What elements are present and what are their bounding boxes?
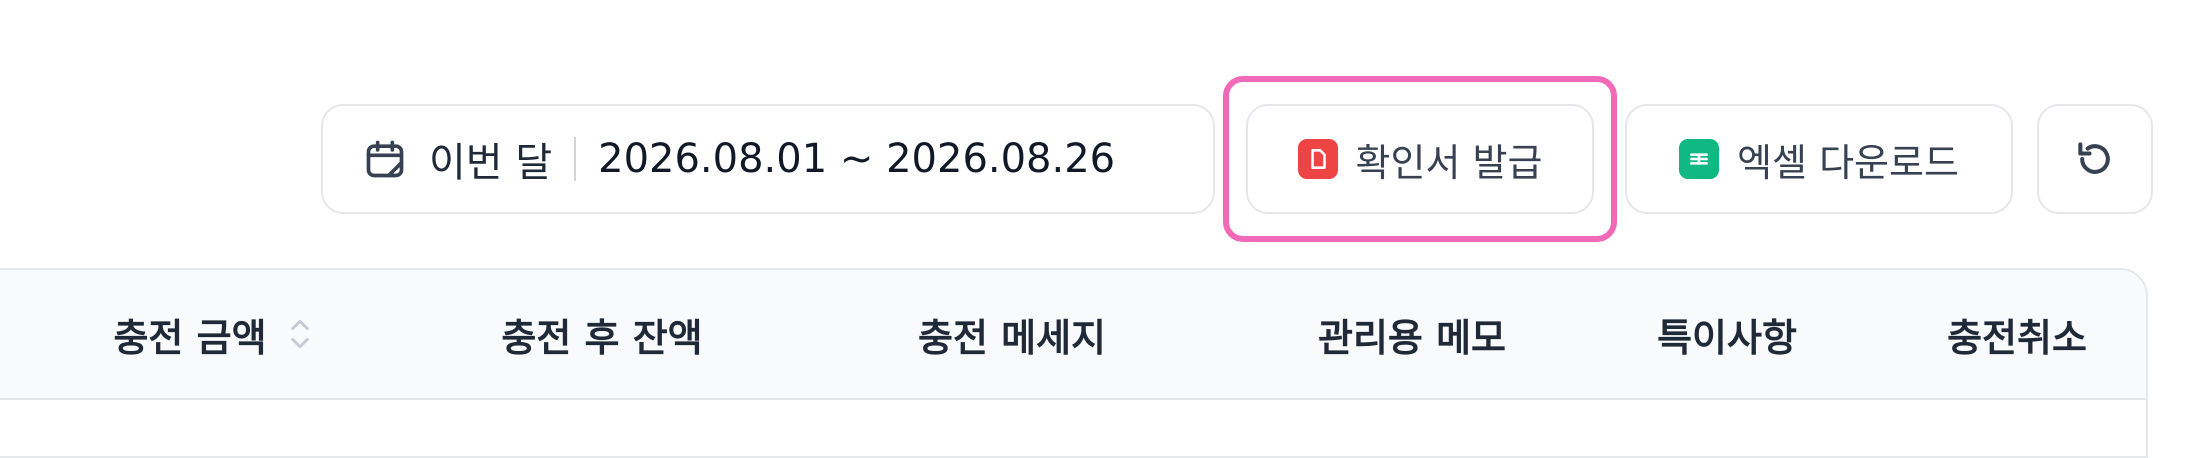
highlight-box: 확인서 발급 xyxy=(1223,76,1617,242)
date-range-button[interactable]: 이번 달 2026.08.01 ~ 2026.08.26 xyxy=(321,104,1215,214)
page: 이번 달 2026.08.01 ~ 2026.08.26 확인서 발급 엑셀 다… xyxy=(0,0,2199,458)
column-header-label: 충전 금액 xyxy=(113,315,267,360)
column-header-label: 충전 후 잔액 xyxy=(501,315,703,360)
column-header-balance-after-charge: 충전 후 잔액 xyxy=(452,270,752,398)
date-range-value: 2026.08.01 ~ 2026.08.26 xyxy=(598,136,1116,182)
excel-download-button[interactable]: 엑셀 다운로드 xyxy=(1625,104,2013,214)
date-range-label: 이번 달 xyxy=(429,140,553,186)
refresh-icon xyxy=(2078,142,2110,174)
excel-download-label: 엑셀 다운로드 xyxy=(1737,140,1959,185)
column-header-charge-message: 충전 메세지 xyxy=(862,270,1162,398)
column-header-charge-amount[interactable]: 충전 금액 xyxy=(62,270,362,398)
spreadsheet-icon xyxy=(1679,139,1720,179)
table-header: 충전 금액 충전 후 잔액 충전 메세지 관리용 메모 특이사항 충전취소 xyxy=(0,270,2146,400)
toolbar: 이번 달 2026.08.01 ~ 2026.08.26 확인서 발급 엑셀 다… xyxy=(321,76,2153,242)
column-header-label: 충전 메세지 xyxy=(917,315,1107,360)
column-header-charge-cancel: 충전취소 xyxy=(1907,270,2127,398)
column-header-label: 특이사항 xyxy=(1657,315,1797,360)
issue-confirmation-button[interactable]: 확인서 발급 xyxy=(1246,104,1594,214)
refresh-button[interactable] xyxy=(2037,104,2153,214)
column-header-label: 관리용 메모 xyxy=(1317,315,1507,360)
calendar-icon xyxy=(363,137,407,181)
document-icon xyxy=(1297,139,1338,179)
column-header-admin-memo: 관리용 메모 xyxy=(1262,270,1562,398)
date-range-divider xyxy=(574,137,577,181)
column-header-label: 충전취소 xyxy=(1947,315,2087,360)
sort-icon[interactable] xyxy=(289,314,311,354)
column-header-special-notes: 특이사항 xyxy=(1597,270,1857,398)
issue-confirmation-label: 확인서 발급 xyxy=(1355,140,1543,185)
